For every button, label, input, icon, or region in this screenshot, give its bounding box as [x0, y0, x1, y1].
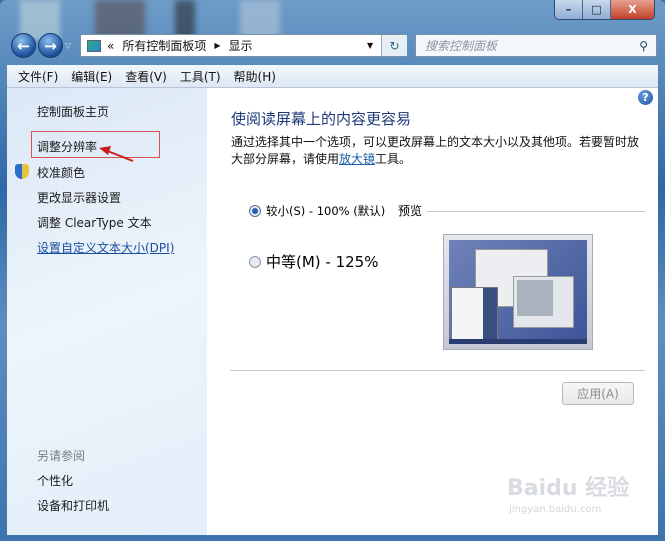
back-button[interactable]: ←: [11, 33, 36, 58]
section-divider: [230, 370, 645, 371]
watermark-url: jingyan.baidu.com: [509, 504, 602, 515]
see-also-devices-printers[interactable]: 设备和打印机: [37, 497, 109, 514]
description-text-end: 工具。: [375, 152, 412, 166]
menu-help[interactable]: 帮助(H): [234, 68, 276, 85]
option-medium[interactable]: 中等(M) - 125%: [249, 251, 378, 272]
preview-desktop: [449, 240, 587, 344]
menu-view[interactable]: 查看(V): [125, 68, 167, 85]
address-prefix: «: [107, 38, 115, 53]
red-arrow-annotation: [99, 146, 134, 162]
menu-tools[interactable]: 工具(T): [180, 68, 221, 85]
search-input[interactable]: 搜索控制面板 ⚲: [415, 34, 657, 57]
preview-start-menu: [451, 287, 498, 343]
search-icon: ⚲: [639, 38, 648, 53]
breadcrumb-separator-icon: ▶: [214, 41, 221, 50]
description-text: 通过选择其中一个选项，可以更改屏幕上的文本大小以及其他项。若要暂时放大部分屏幕，…: [231, 135, 640, 166]
arrow-right-icon: →: [44, 36, 57, 55]
menu-edit[interactable]: 编辑(E): [71, 68, 112, 85]
preview-window: [513, 276, 574, 328]
option-smaller[interactable]: 较小(S) - 100% (默认): [249, 203, 385, 219]
sidebar-item-calibrate-color[interactable]: 校准颜色: [37, 164, 85, 181]
description: 通过选择其中一个选项，可以更改屏幕上的文本大小以及其他项。若要暂时放大部分屏幕，…: [231, 134, 646, 168]
preview-label: 预览: [398, 204, 423, 218]
arrow-left-icon: ←: [17, 36, 30, 55]
minimize-button[interactable]: –: [555, 0, 583, 19]
breadcrumb-display[interactable]: 显示: [229, 37, 253, 54]
preview-divider: [427, 211, 645, 212]
radio-unselected-icon[interactable]: [249, 255, 261, 268]
recent-pages-dropdown[interactable]: ▽: [65, 41, 71, 50]
sidebar-item-custom-dpi[interactable]: 设置自定义文本大小(DPI): [37, 239, 174, 256]
breadcrumb-all-items[interactable]: 所有控制面板项: [122, 37, 206, 54]
refresh-button[interactable]: ↻: [381, 35, 407, 56]
see-also-heading: 另请参阅: [37, 449, 86, 463]
maximize-button[interactable]: □: [583, 0, 611, 19]
search-placeholder: 搜索控制面板: [425, 39, 498, 53]
menu-bar: 文件(F) 编辑(E) 查看(V) 工具(T) 帮助(H): [7, 65, 658, 88]
radio-selected-icon[interactable]: [249, 205, 261, 217]
option-smaller-label: 较小(S) - 100% (默认): [266, 204, 386, 218]
shield-icon: [15, 164, 29, 179]
help-icon[interactable]: ?: [638, 90, 653, 105]
sidebar: 控制面板主页 调整分辨率 校准颜色 更改显示器设置 调整 ClearType 文…: [7, 88, 207, 535]
forward-button[interactable]: →: [38, 33, 63, 58]
main-content: ? 使阅读屏幕上的内容更容易 通过选择其中一个选项，可以更改屏幕上的文本大小以及…: [207, 88, 658, 535]
sidebar-item-adjust-resolution[interactable]: 调整分辨率: [37, 138, 97, 155]
sidebar-item-cleartype[interactable]: 调整 ClearType 文本: [37, 214, 152, 231]
watermark-logo: Baidu 经验: [507, 476, 630, 501]
address-bar[interactable]: « 所有控制面板项 ▶ 显示 ▼ ↻: [80, 34, 407, 57]
close-button[interactable]: X: [611, 0, 654, 19]
window-controls: – □ X: [554, 0, 655, 20]
option-medium-label: 中等(M) - 125%: [266, 253, 379, 271]
sidebar-item-display-settings[interactable]: 更改显示器设置: [37, 189, 121, 206]
page-title: 使阅读屏幕上的内容更容易: [231, 110, 412, 128]
magnifier-link[interactable]: 放大镜: [339, 152, 375, 166]
control-panel-icon: [87, 39, 101, 52]
sidebar-item-home[interactable]: 控制面板主页: [37, 103, 109, 120]
preview-image: [443, 234, 593, 350]
menu-file[interactable]: 文件(F): [18, 68, 58, 85]
address-dropdown-icon[interactable]: ▼: [367, 41, 373, 50]
preview-taskbar: [449, 339, 587, 344]
apply-button[interactable]: 应用(A): [562, 382, 634, 405]
see-also-personalization[interactable]: 个性化: [37, 472, 73, 489]
